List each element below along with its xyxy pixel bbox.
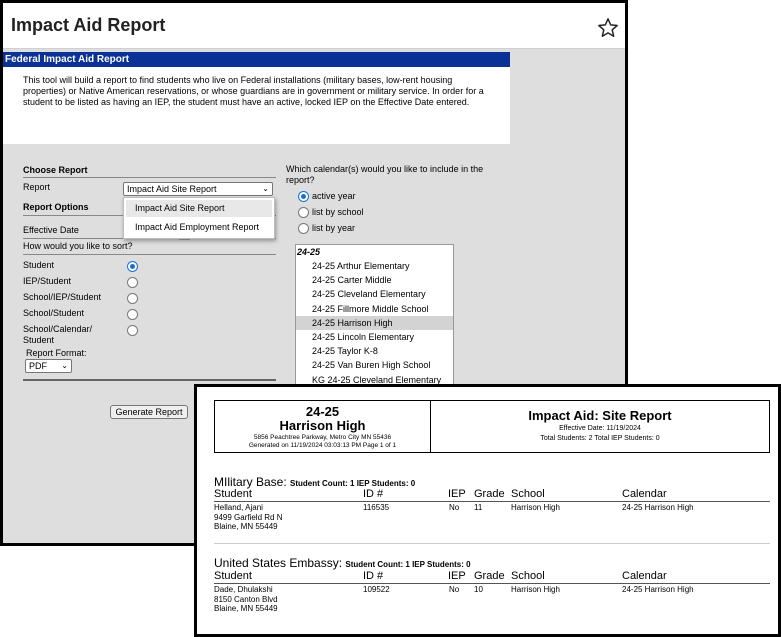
calendar-list-item[interactable]: 24-25 Lincoln Elementary (296, 330, 453, 344)
chevron-down-icon: ⌄ (61, 361, 68, 370)
student-name: Dade, Dhulakshi (214, 585, 273, 594)
calendar-list-item[interactable]: 24-25 Cleveland Elementary (296, 287, 453, 301)
divider (23, 379, 276, 381)
report-header: 24-25 Harrison High 5856 Peachtree Parkw… (214, 400, 770, 453)
column-header: Grade (474, 488, 505, 500)
column-header: ID # (363, 488, 384, 500)
panel-header: Federal Impact Aid Report (3, 52, 510, 67)
divider (23, 254, 276, 255)
calendar-radio-list-by-school[interactable] (298, 207, 309, 218)
chevron-down-icon: ⌄ (262, 184, 269, 193)
sort-radio-school-student[interactable] (127, 309, 138, 320)
calendar-question: Which calendar(s) would you like to incl… (286, 164, 484, 185)
report-dropdown-menu: Impact Aid Site Report Impact Aid Employ… (123, 197, 275, 239)
calendar-list-item[interactable]: 24-25 Van Buren High School (296, 358, 453, 372)
calendar-listbox[interactable]: 24-25 24-25 Arthur Elementary 24-25 Cart… (295, 244, 454, 389)
calendar-group-label: 24-25 (297, 247, 321, 257)
calendar-list-item[interactable]: 24-25 Taylor K-8 (296, 344, 453, 358)
student-iep: No (449, 585, 460, 594)
sort-radio-student[interactable] (127, 261, 138, 272)
sort-option-label: IEP/Student (23, 276, 72, 286)
column-header: School (511, 488, 545, 500)
totals-text: Total Students: 2 Total IEP Students: 0 (540, 435, 660, 442)
column-header: Student (214, 570, 252, 582)
column-header: Calendar (622, 488, 667, 500)
star-icon[interactable] (597, 17, 619, 39)
student-id: 116535 (363, 503, 390, 512)
calendar-option-label: list by school (312, 207, 364, 217)
student-grade: 10 (474, 585, 483, 594)
report-format-label: Report Format: (26, 348, 87, 358)
report-title: Impact Aid: Site Report (528, 408, 672, 423)
report-select-value: Impact Aid Site Report (127, 184, 217, 194)
section-name: United States Embassy: (214, 556, 343, 570)
student-school: Harrison High (511, 503, 560, 512)
header-rule (214, 501, 770, 502)
calendar-list-item[interactable]: 24-25 Arthur Elementary (296, 259, 453, 273)
calendar-option-label: active year (312, 191, 356, 201)
generated-info: Generated on 11/19/2024 03:03:13 PM Page… (248, 442, 397, 449)
effective-date-text: Effective Date: 11/19/2024 (559, 425, 641, 432)
report-school: Harrison High (279, 418, 366, 433)
calendar-radio-list-by-year[interactable] (298, 223, 309, 234)
column-header: Student (214, 488, 252, 500)
calendar-list-item-selected[interactable]: 24-25 Harrison High (296, 315, 453, 330)
sort-radio-school-calendar-student[interactable] (127, 325, 138, 336)
student-calendar: 24-25 Harrison High (622, 503, 694, 512)
column-header: Grade (474, 570, 505, 582)
report-year: 24-25 (305, 404, 340, 419)
title-bar: Impact Aid Report (3, 3, 625, 49)
student-calendar: 24-25 Harrison High (622, 585, 694, 594)
calendar-option-label: list by year (312, 223, 356, 233)
student-city: Blaine, MN 55449 (214, 522, 278, 531)
student-iep: No (449, 503, 460, 512)
report-format-select[interactable]: PDF ⌄ (25, 359, 72, 373)
student-address: 9499 Garfield Rd N (214, 512, 283, 522)
report-option-employment[interactable]: Impact Aid Employment Report (126, 219, 272, 236)
intro-text: This tool will build a report to find st… (3, 67, 510, 144)
report-options-heading: Report Options (23, 202, 89, 212)
school-address: 5856 Peachtree Parkway, Metro City MN 55… (253, 434, 392, 441)
section-meta: Student Count: 1 IEP Students: 0 (345, 560, 471, 569)
student-school: Harrison High (511, 585, 560, 594)
section-title: MIlitary Base: Student Count: 1 IEP Stud… (214, 475, 415, 489)
calendar-list-item[interactable]: 24-25 Fillmore Middle School (296, 302, 453, 316)
page-title: Impact Aid Report (11, 15, 166, 35)
report-preview: 24-25 Harrison High 5856 Peachtree Parkw… (194, 384, 781, 637)
column-header: ID # (363, 570, 384, 582)
choose-report-heading: Choose Report (23, 165, 88, 175)
column-header: Calendar (622, 570, 667, 582)
student-id: 109522 (363, 585, 390, 594)
report-option-site[interactable]: Impact Aid Site Report (126, 200, 272, 217)
report-format-value: PDF (29, 361, 47, 371)
sort-option-label: Student (23, 260, 55, 270)
student-address: 8150 Canton Blvd (214, 594, 278, 604)
section-meta: Student Count: 1 IEP Students: 0 (290, 479, 416, 488)
section-rule (214, 543, 770, 544)
column-header: IEP (448, 570, 466, 582)
student-city: Blaine, MN 55449 (214, 604, 278, 613)
divider (23, 177, 276, 178)
header-rule (214, 583, 770, 584)
sort-question: How would you like to sort? (23, 241, 133, 251)
generate-report-button[interactable]: Generate Report (110, 405, 188, 419)
student-grade: 11 (474, 503, 483, 512)
calendar-list-item[interactable]: 24-25 Carter Middle (296, 273, 453, 287)
effective-date-label: Effective Date (23, 225, 79, 235)
sort-option-label: School/Calendar/ Student (23, 324, 93, 345)
student-name: Helland, Ajani (214, 503, 263, 512)
section-name: MIlitary Base: (214, 475, 287, 489)
sort-radio-iep-student[interactable] (127, 277, 138, 288)
section-title: United States Embassy: Student Count: 1 … (214, 556, 471, 570)
sort-option-label: School/Student (23, 308, 85, 318)
column-header: IEP (448, 488, 466, 500)
column-header: School (511, 570, 545, 582)
report-label: Report (23, 182, 51, 192)
calendar-radio-active-year[interactable] (298, 191, 309, 202)
sort-option-label: School/IEP/Student (23, 292, 102, 302)
sort-radio-school-iep-student[interactable] (127, 293, 138, 304)
report-select[interactable]: Impact Aid Site Report ⌄ (123, 182, 273, 196)
